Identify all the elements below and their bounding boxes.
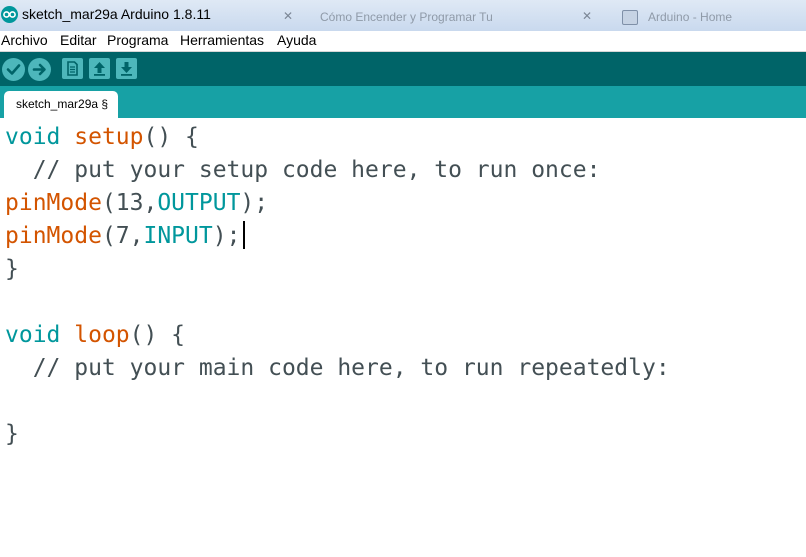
arduino-logo-icon	[1, 6, 18, 23]
background-tab-2[interactable]: Arduino - Home	[648, 10, 732, 24]
code-punctuation: );	[212, 223, 241, 249]
code-args: (7,	[101, 223, 144, 249]
code-line-10: }	[5, 418, 19, 451]
code-comment: // put your setup code here, to run once…	[5, 157, 601, 183]
function-pinmode: pinMode	[5, 223, 102, 249]
window-title: sketch_mar29a Arduino 1.8.11	[22, 6, 211, 22]
open-arrow-up-icon	[94, 62, 105, 76]
background-tab-label: Arduino - Home	[648, 10, 733, 24]
constant-input: INPUT	[143, 223, 213, 249]
code-line-4: pinMode(7,INPUT);	[5, 220, 240, 253]
save-sketch-button[interactable]	[116, 58, 137, 79]
close-tab-icon[interactable]: ✕	[582, 9, 592, 23]
background-tab-label: Cómo Encender y Programar Tu	[320, 10, 493, 24]
code-editor[interactable]: void setup() { // put your setup code he…	[0, 118, 806, 557]
keyword-void: void	[5, 322, 61, 348]
title-bar: sketch_mar29a Arduino 1.8.11 ✕ Cómo Ence…	[0, 0, 806, 31]
tab-sketch-mar29a[interactable]: sketch_mar29a §	[4, 91, 118, 118]
function-setup: setup	[74, 124, 144, 150]
code-comment: // put your main code here, to run repea…	[5, 355, 670, 381]
keyword-void: void	[5, 124, 61, 150]
code-brace: }	[5, 256, 19, 282]
sketch-tab-row: sketch_mar29a §	[0, 86, 806, 118]
close-tab-icon[interactable]: ✕	[283, 9, 293, 23]
menu-archivo[interactable]: Archivo	[1, 32, 48, 48]
menu-editar[interactable]: Editar	[60, 32, 97, 48]
code-line-3: pinMode(13,OUTPUT);	[5, 187, 268, 220]
menu-ayuda[interactable]: Ayuda	[277, 32, 316, 48]
new-file-icon	[67, 61, 78, 76]
code-punctuation: );	[240, 190, 269, 216]
menu-programa[interactable]: Programa	[107, 32, 168, 48]
code-args: (13,	[101, 190, 158, 216]
tab-label: sketch_mar29a §	[16, 97, 109, 111]
code-brace: }	[5, 421, 19, 447]
code-line-1: void setup() {	[5, 121, 199, 154]
verify-icon	[6, 64, 21, 75]
function-loop: loop	[74, 322, 130, 348]
code-line-5: }	[5, 253, 19, 286]
code-punctuation: () {	[129, 322, 186, 348]
code-line-2: // put your setup code here, to run once…	[5, 154, 601, 187]
text-cursor	[243, 221, 245, 249]
menu-bar: Archivo Editar Programa Herramientas Ayu…	[0, 31, 806, 52]
browser-tab-icon	[622, 10, 638, 25]
code-line-7: void loop() {	[5, 319, 185, 352]
code-line-8: // put your main code here, to run repea…	[5, 352, 670, 385]
toolbar	[0, 52, 806, 86]
verify-button[interactable]	[2, 58, 25, 81]
menu-herramientas[interactable]: Herramientas	[180, 32, 264, 48]
new-sketch-button[interactable]	[62, 58, 83, 79]
code-punctuation: () {	[143, 124, 199, 150]
upload-arrow-icon	[32, 63, 46, 76]
upload-button[interactable]	[28, 58, 51, 81]
background-tab-1[interactable]: Cómo Encender y Programar Tu	[320, 10, 493, 24]
save-arrow-down-icon	[121, 62, 132, 76]
open-sketch-button[interactable]	[89, 58, 110, 79]
function-pinmode: pinMode	[5, 190, 102, 216]
constant-output: OUTPUT	[157, 190, 241, 216]
